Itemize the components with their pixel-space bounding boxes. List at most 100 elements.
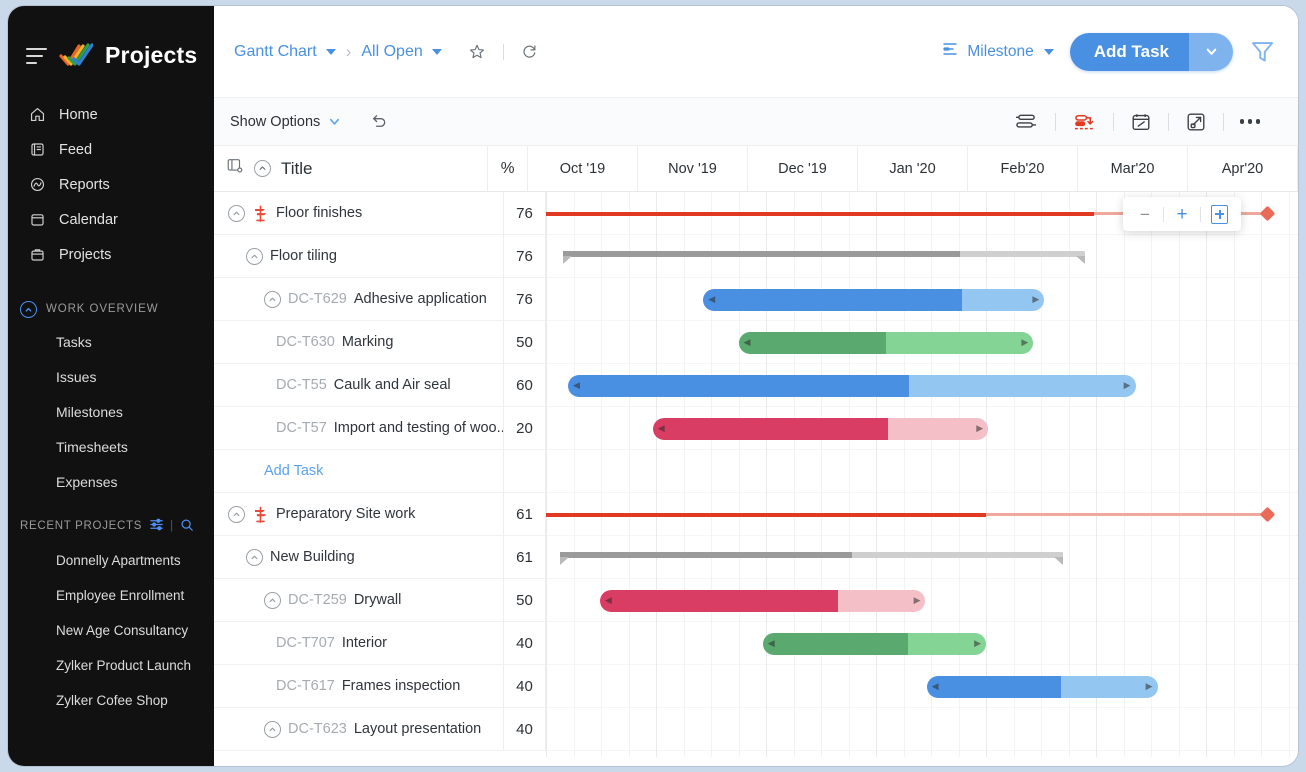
sidebar-item-reports[interactable]: Reports [8, 167, 214, 202]
more-options-icon[interactable] [1224, 119, 1277, 124]
row-collapse-icon[interactable] [246, 248, 263, 265]
column-settings-icon[interactable] [226, 157, 244, 180]
gantt-summary-bar[interactable] [563, 251, 1086, 264]
table-row[interactable]: DC-T259Drywall50 [214, 579, 546, 622]
row-collapse-icon[interactable] [264, 592, 281, 609]
breadcrumb-all-open[interactable]: All Open [361, 43, 422, 61]
task-title-cell[interactable]: Add Task [214, 450, 504, 492]
chevron-down-icon[interactable] [432, 49, 442, 55]
gantt-task-bar[interactable]: ◀▶ [739, 332, 1034, 354]
bar-handle-left-icon[interactable]: ◀ [744, 338, 751, 347]
zoom-in-button[interactable]: + [1164, 205, 1200, 224]
bar-handle-right-icon[interactable]: ▶ [1146, 682, 1153, 691]
bar-handle-left-icon[interactable]: ◀ [658, 424, 665, 433]
gantt-task-bar[interactable]: ◀▶ [703, 289, 1044, 311]
sidebar-item-feed[interactable]: Feed [8, 132, 214, 167]
row-collapse-icon[interactable] [228, 205, 245, 222]
table-row[interactable]: DC-T55Caulk and Air seal60 [214, 364, 546, 407]
hamburger-menu-icon[interactable] [26, 48, 47, 64]
task-title-cell[interactable]: DC-T623Layout presentation [214, 708, 504, 750]
row-collapse-icon[interactable] [264, 721, 281, 738]
chevron-down-icon[interactable] [326, 49, 336, 55]
task-title-cell[interactable]: DC-T629Adhesive application [214, 278, 504, 320]
task-title-cell[interactable]: DC-T259Drywall [214, 579, 504, 621]
task-title-cell[interactable]: Floor finishes [214, 192, 504, 234]
sidebar-item-calendar[interactable]: Calendar [8, 202, 214, 237]
sidebar-section-work-overview[interactable]: WORK OVERVIEW [8, 294, 214, 324]
undo-icon[interactable] [369, 112, 388, 131]
collapse-all-icon[interactable] [254, 160, 271, 177]
bar-handle-right-icon[interactable]: ▶ [914, 596, 921, 605]
table-row[interactable]: DC-T630Marking50 [214, 321, 546, 364]
gantt-task-bar[interactable]: ◀▶ [568, 375, 1136, 397]
gantt-summary-bar[interactable] [560, 552, 1063, 565]
refresh-icon[interactable] [521, 43, 538, 60]
zoom-out-button[interactable]: − [1127, 206, 1163, 223]
column-header-percent[interactable]: % [488, 146, 528, 191]
calendar-edit-icon[interactable] [1114, 111, 1168, 133]
column-header-title[interactable]: Title [214, 146, 488, 191]
row-collapse-icon[interactable] [228, 506, 245, 523]
filter-icon[interactable] [1249, 38, 1276, 65]
bar-handle-right-icon[interactable]: ▶ [974, 639, 981, 648]
table-row[interactable]: DC-T623Layout presentation40 [214, 708, 546, 751]
sidebar-item-milestones[interactable]: Milestones [8, 394, 214, 429]
add-task-dropdown-icon[interactable] [1189, 33, 1233, 71]
table-row[interactable]: New Building61 [214, 536, 546, 579]
table-row[interactable]: DC-T707Interior40 [214, 622, 546, 665]
bar-handle-left-icon[interactable]: ◀ [708, 295, 715, 304]
gantt-task-bar[interactable]: ◀▶ [600, 590, 926, 612]
sidebar-item-expenses[interactable]: Expenses [8, 464, 214, 499]
table-row[interactable]: DC-T629Adhesive application76 [214, 278, 546, 321]
task-title-cell[interactable]: DC-T707Interior [214, 622, 504, 664]
task-title-cell[interactable]: DC-T617Frames inspection [214, 665, 504, 707]
add-task-button[interactable]: Add Task [1070, 33, 1233, 71]
bar-handle-right-icon[interactable]: ▶ [1021, 338, 1028, 347]
star-icon[interactable] [468, 43, 486, 61]
task-title-cell[interactable]: DC-T57Import and testing of woo.. [214, 407, 504, 449]
add-task-row[interactable]: Add Task [214, 450, 546, 493]
milestone-selector[interactable]: Milestone [941, 40, 1053, 63]
task-title-cell[interactable]: Floor tiling [214, 235, 504, 277]
bar-handle-right-icon[interactable]: ▶ [976, 424, 983, 433]
table-row[interactable]: Floor tiling76 [214, 235, 546, 278]
bar-handle-left-icon[interactable]: ◀ [932, 682, 939, 691]
gantt-task-bar[interactable]: ◀▶ [653, 418, 989, 440]
sidebar-item-tasks[interactable]: Tasks [8, 324, 214, 359]
sidebar-project-item[interactable]: Employee Enrollment [8, 578, 214, 613]
sidebar-item-timesheets[interactable]: Timesheets [8, 429, 214, 464]
show-options-button[interactable]: Show Options [230, 114, 341, 130]
gantt-task-bar[interactable]: ◀▶ [763, 633, 986, 655]
bar-handle-right-icon[interactable]: ▶ [1032, 295, 1039, 304]
bar-handle-left-icon[interactable]: ◀ [768, 639, 775, 648]
task-title-cell[interactable]: Preparatory Site work [214, 493, 504, 535]
task-title-cell[interactable]: New Building [214, 536, 504, 578]
sidebar-project-item[interactable]: New Age Consultancy [8, 613, 214, 648]
sidebar-item-issues[interactable]: Issues [8, 359, 214, 394]
task-title-cell[interactable]: DC-T55Caulk and Air seal [214, 364, 504, 406]
sidebar-item-home[interactable]: Home [8, 97, 214, 132]
sidebar-project-item[interactable]: Zylker Product Launch [8, 648, 214, 683]
task-title-cell[interactable]: DC-T630Marking [214, 321, 504, 363]
row-collapse-icon[interactable] [264, 291, 281, 308]
fit-to-screen-button[interactable] [1201, 205, 1237, 224]
critical-path-icon[interactable] [1056, 111, 1113, 132]
gantt-task-bar[interactable]: ◀▶ [927, 676, 1158, 698]
gantt-milestone-track[interactable] [546, 513, 1267, 517]
gantt-chart-pane[interactable]: − + ◀▶◀▶◀▶◀▶◀▶◀▶◀▶ [546, 192, 1298, 757]
search-icon[interactable] [180, 518, 194, 535]
sidebar-project-item[interactable]: Zylker Cofee Shop [8, 683, 214, 718]
add-task-link[interactable]: Add Task [264, 463, 323, 479]
zoom-control[interactable]: − + [1123, 197, 1241, 231]
row-collapse-icon[interactable] [246, 549, 263, 566]
table-row[interactable]: Preparatory Site work61 [214, 493, 546, 536]
table-row[interactable]: Floor finishes76 [214, 192, 546, 235]
table-row[interactable]: DC-T57Import and testing of woo..20 [214, 407, 546, 450]
swimlane-icon[interactable] [998, 111, 1055, 132]
bar-handle-left-icon[interactable]: ◀ [573, 381, 580, 390]
filter-settings-icon[interactable] [149, 517, 164, 535]
bar-handle-left-icon[interactable]: ◀ [605, 596, 612, 605]
table-row[interactable]: DC-T617Frames inspection40 [214, 665, 546, 708]
sidebar-project-item[interactable]: Donnelly Apartments [8, 543, 214, 578]
bar-handle-right-icon[interactable]: ▶ [1124, 381, 1131, 390]
